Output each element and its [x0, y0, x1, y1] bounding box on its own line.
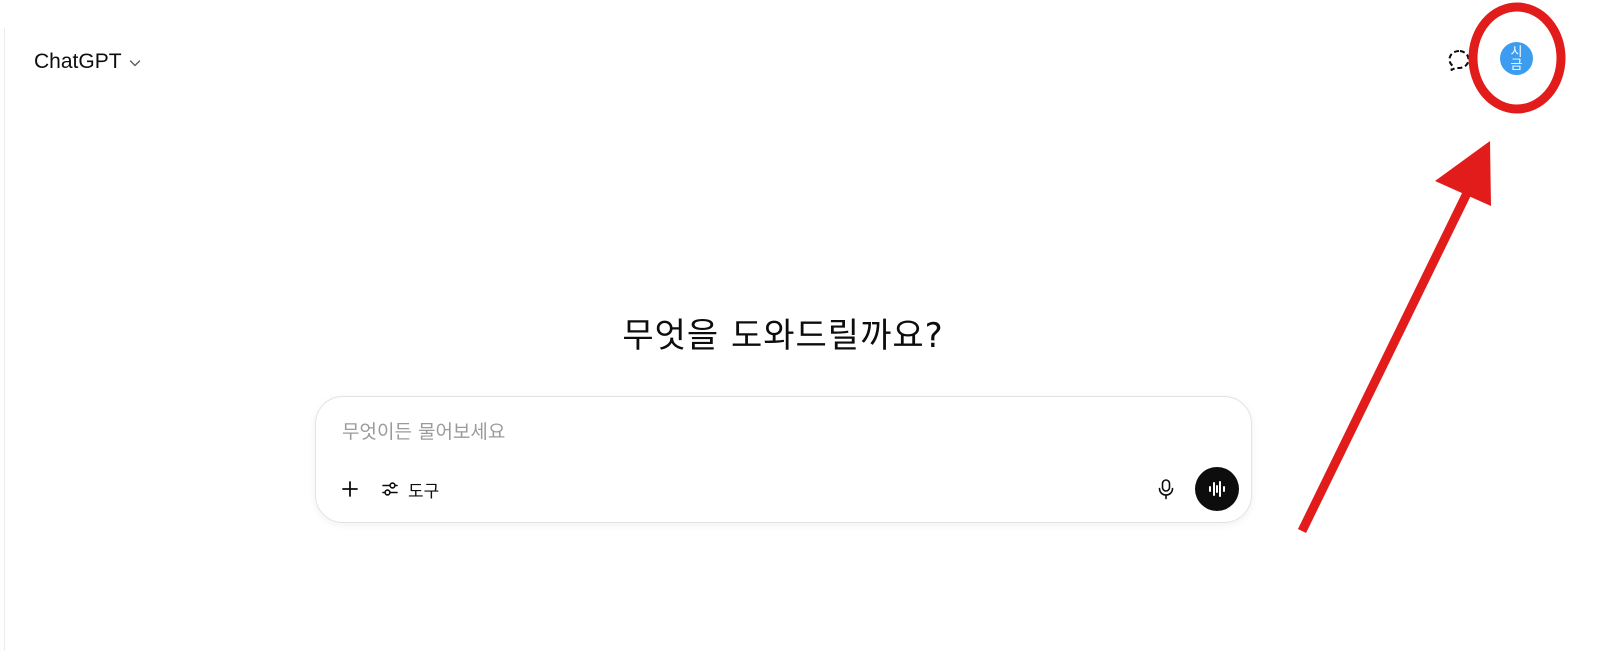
page-title: 무엇을 도와드릴까요? — [622, 316, 944, 356]
user-avatar[interactable]: 시 금 — [1500, 42, 1533, 75]
plus-icon — [342, 481, 358, 497]
voice-mode-icon — [1209, 481, 1225, 497]
temporary-chat-icon — [1448, 50, 1470, 71]
tools-label: 도구 — [408, 481, 440, 502]
temporary-chat-button[interactable] — [1444, 46, 1474, 76]
voice-mode-button[interactable] — [1195, 467, 1239, 511]
avatar-initial-2: 금 — [1510, 57, 1523, 73]
add-attachment-button[interactable] — [336, 475, 364, 503]
model-name: ChatGPT — [34, 50, 122, 73]
tools-button[interactable]: 도구 — [380, 473, 439, 505]
chatgpt-page: ChatGPT 시 금 무엇을 도와드릴까요? 도구 — [0, 0, 1608, 651]
dictate-button[interactable] — [1153, 476, 1179, 502]
sliders-icon — [382, 482, 398, 496]
annotation-arrow-head — [1435, 141, 1491, 206]
chevron-down-icon — [129, 60, 140, 67]
prompt-input[interactable] — [342, 415, 1162, 449]
microphone-icon — [1158, 479, 1174, 500]
model-switcher-button[interactable]: ChatGPT — [28, 44, 148, 80]
avatar-initial-1: 시 — [1510, 44, 1523, 60]
annotation-arrow-shaft — [1297, 183, 1476, 533]
prompt-composer: 도구 — [315, 396, 1252, 523]
